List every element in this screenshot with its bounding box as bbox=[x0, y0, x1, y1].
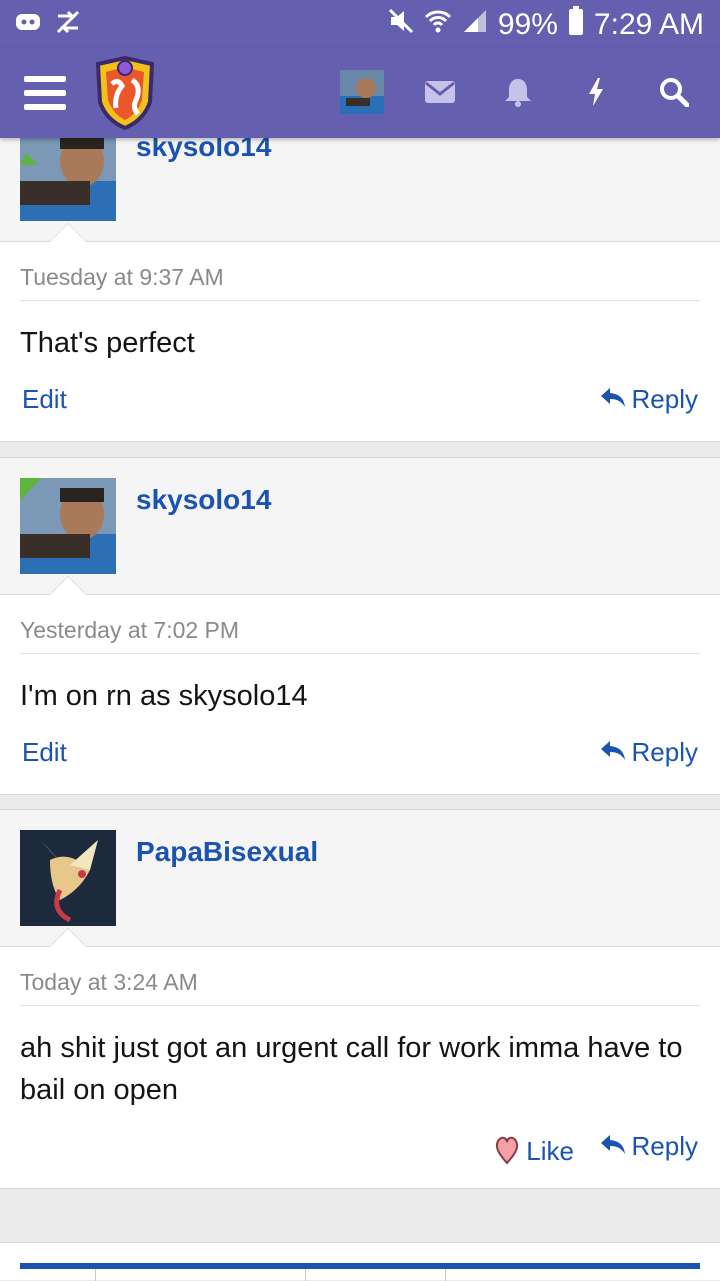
sync-off-icon bbox=[54, 10, 82, 39]
edit-link[interactable]: Edit bbox=[22, 737, 67, 768]
search-icon[interactable] bbox=[652, 70, 696, 114]
reply-icon bbox=[600, 384, 626, 415]
post-body: Tuesday at 9:37 AM That's perfect Edit R… bbox=[0, 242, 720, 442]
post-timestamp[interactable]: Today at 3:24 AM bbox=[20, 969, 198, 996]
author-name[interactable]: PapaBisexual bbox=[136, 836, 318, 868]
like-button[interactable]: Like bbox=[494, 1131, 574, 1172]
menu-icon[interactable] bbox=[24, 76, 66, 110]
wifi-icon bbox=[424, 8, 452, 42]
author-avatar[interactable] bbox=[20, 830, 116, 926]
app-header bbox=[0, 48, 720, 138]
post-header: skysolo14 bbox=[0, 457, 720, 595]
post-timestamp[interactable]: Yesterday at 7:02 PM bbox=[20, 617, 239, 644]
user-avatar[interactable] bbox=[340, 70, 384, 114]
reply-label: Reply bbox=[631, 1131, 698, 1161]
reply-label: Reply bbox=[631, 737, 698, 767]
bell-icon[interactable] bbox=[496, 70, 540, 114]
edit-link[interactable]: Edit bbox=[22, 384, 67, 415]
status-bar: 99% 7:29 AM bbox=[0, 0, 720, 48]
clock: 7:29 AM bbox=[593, 8, 704, 41]
post-timestamp[interactable]: Tuesday at 9:37 AM bbox=[20, 264, 224, 291]
post-body: Yesterday at 7:02 PM I'm on rn as skysol… bbox=[0, 595, 720, 795]
post-message: I'm on rn as skysolo14 bbox=[20, 680, 308, 712]
reply-button[interactable]: Reply bbox=[600, 384, 698, 415]
post-card: PapaBisexual Today at 3:24 AM ah shit ju… bbox=[0, 809, 720, 1189]
author-name[interactable]: skysolo14 bbox=[136, 484, 271, 516]
post-card: skysolo14 Tuesday at 9:37 AM That's perf… bbox=[0, 104, 720, 442]
signal-icon bbox=[462, 8, 488, 42]
like-label: Like bbox=[526, 1136, 574, 1166]
post-body: Today at 3:24 AM ah shit just got an urg… bbox=[0, 947, 720, 1189]
bolt-icon[interactable] bbox=[574, 70, 618, 114]
reply-button[interactable]: Reply bbox=[600, 1131, 698, 1162]
post-header: PapaBisexual bbox=[0, 809, 720, 947]
post-message: ah shit just got an urgent call for work… bbox=[20, 1032, 683, 1106]
reply-editor-toolbar[interactable] bbox=[0, 1242, 720, 1281]
post-card: skysolo14 Yesterday at 7:02 PM I'm on rn… bbox=[0, 457, 720, 795]
heart-icon bbox=[494, 1131, 520, 1172]
discord-icon bbox=[14, 10, 42, 39]
battery-percent: 99% bbox=[497, 8, 558, 41]
reply-label: Reply bbox=[631, 384, 698, 414]
reply-icon bbox=[600, 1131, 626, 1162]
battery-icon bbox=[568, 6, 584, 44]
reply-button[interactable]: Reply bbox=[600, 737, 698, 768]
reply-icon bbox=[600, 737, 626, 768]
post-message: That's perfect bbox=[20, 327, 195, 359]
author-avatar[interactable] bbox=[20, 478, 116, 574]
mail-icon[interactable] bbox=[418, 70, 462, 114]
mute-icon bbox=[388, 8, 414, 42]
author-avatar[interactable] bbox=[20, 125, 116, 221]
forum-logo[interactable] bbox=[92, 55, 158, 131]
